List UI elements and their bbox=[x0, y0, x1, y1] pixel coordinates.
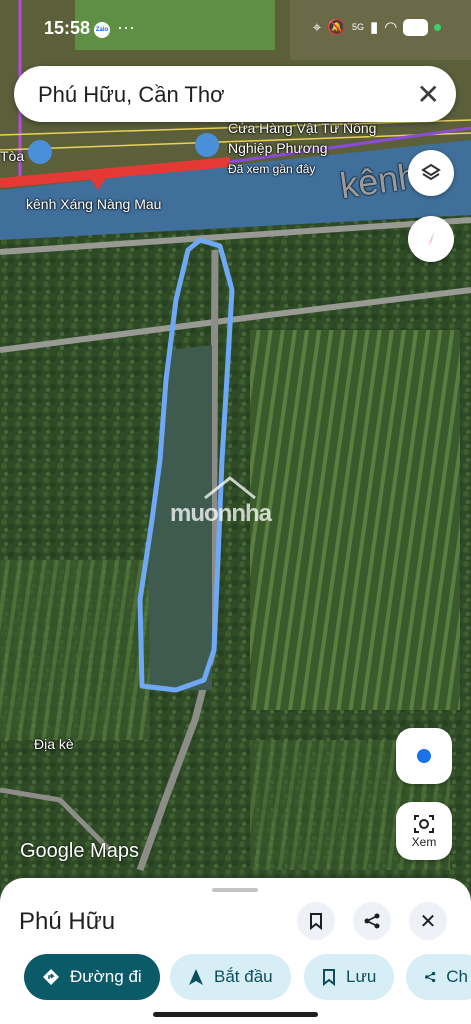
watermark: muonnha bbox=[170, 500, 272, 527]
map-label-left-poi[interactable]: Tòa bbox=[0, 148, 24, 164]
google-maps-logo: Google Maps bbox=[20, 840, 139, 862]
mute-icon: 🔕 bbox=[327, 19, 346, 36]
lens-camera-icon bbox=[414, 815, 434, 833]
location-status-icon: ⌖ bbox=[312, 18, 322, 36]
wifi-icon: ◠ bbox=[384, 19, 398, 36]
share-chip-button[interactable]: Ch bbox=[406, 954, 471, 1000]
navigation-icon bbox=[189, 969, 203, 985]
share-icon[interactable] bbox=[353, 902, 391, 940]
layers-button[interactable] bbox=[408, 150, 454, 196]
privacy-dot-icon bbox=[434, 23, 441, 31]
map-label-store-line2[interactable]: Nghiệp Phương bbox=[228, 140, 328, 156]
status-bar: 15:58 Zalo ··· ⌖ 🔕 5G ▮ ◠ 57 bbox=[0, 0, 471, 60]
place-title: Phú Hữu bbox=[19, 908, 116, 935]
more-notifications-icon: ··· bbox=[117, 17, 135, 37]
start-label: Bắt đầu bbox=[214, 967, 273, 986]
directions-icon bbox=[43, 969, 59, 985]
status-icons: ⌖ 🔕 5G ▮ ◠ 57 bbox=[313, 18, 441, 36]
start-button[interactable]: Bắt đầu bbox=[170, 954, 291, 1000]
map-view[interactable]: Cửa Hàng Vật Tư Nông Nghiệp Phương Đã xe… bbox=[0, 0, 471, 1024]
save-label: Lưu bbox=[346, 967, 377, 986]
directions-label: Đường đi bbox=[70, 967, 142, 986]
status-time: 15:58 bbox=[44, 18, 91, 38]
bookmark-icon bbox=[323, 969, 335, 986]
close-icon[interactable]: ✕ bbox=[409, 902, 447, 940]
save-button[interactable]: Lưu bbox=[304, 954, 395, 1000]
map-label-store-note: Đã xem gần đây bbox=[228, 162, 316, 176]
network-label: 5G bbox=[351, 22, 364, 32]
my-location-icon bbox=[415, 747, 433, 765]
map-label-store[interactable]: Cửa Hàng Vật Tư Nông bbox=[228, 120, 376, 136]
share-icon bbox=[425, 971, 436, 983]
bookmark-icon[interactable] bbox=[297, 902, 335, 940]
lens-button[interactable]: Xem bbox=[396, 802, 452, 860]
compass-button[interactable] bbox=[408, 216, 454, 262]
search-bar[interactable]: Phú Hữu, Cần Thơ ✕ bbox=[14, 66, 456, 122]
battery-level: 57 bbox=[403, 18, 428, 36]
search-query[interactable]: Phú Hữu, Cần Thơ bbox=[38, 82, 225, 108]
compass-icon bbox=[428, 231, 435, 247]
gesture-bar[interactable] bbox=[153, 1012, 318, 1017]
lens-label: Xem bbox=[411, 835, 437, 849]
share-label: Ch bbox=[446, 967, 468, 986]
zalo-app-icon: Zalo bbox=[94, 22, 110, 38]
drag-handle[interactable] bbox=[212, 888, 258, 892]
map-label-canal: kênh Xáng Nàng Mau bbox=[26, 196, 162, 212]
map-label-place[interactable]: Địa kè bbox=[34, 736, 74, 752]
directions-button[interactable]: Đường đi bbox=[24, 954, 160, 1000]
my-location-button[interactable] bbox=[396, 728, 452, 784]
close-icon[interactable]: ✕ bbox=[417, 78, 440, 111]
layers-icon bbox=[421, 163, 441, 181]
place-sheet[interactable]: Phú Hữu ✕ Đường đi Bắt đầu Lưu Ch bbox=[0, 878, 471, 1024]
signal-icon: ▮ bbox=[369, 19, 379, 36]
